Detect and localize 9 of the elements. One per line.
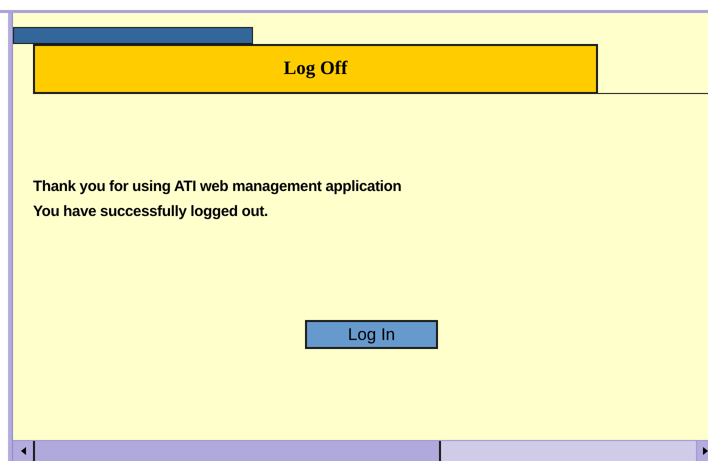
scroll-right-button[interactable] <box>696 441 708 461</box>
login-button[interactable]: Log In <box>305 320 438 349</box>
page-title: Log Off <box>284 56 348 81</box>
right-arrow-icon <box>703 447 708 455</box>
scrollbar-thumb[interactable] <box>35 441 441 461</box>
message-text: Thank you for using ATI web management application <box>33 177 402 197</box>
message-text: You have successfully logged out. <box>33 202 269 222</box>
left-arrow-icon <box>20 447 26 455</box>
scroll-left-button[interactable] <box>13 441 35 461</box>
